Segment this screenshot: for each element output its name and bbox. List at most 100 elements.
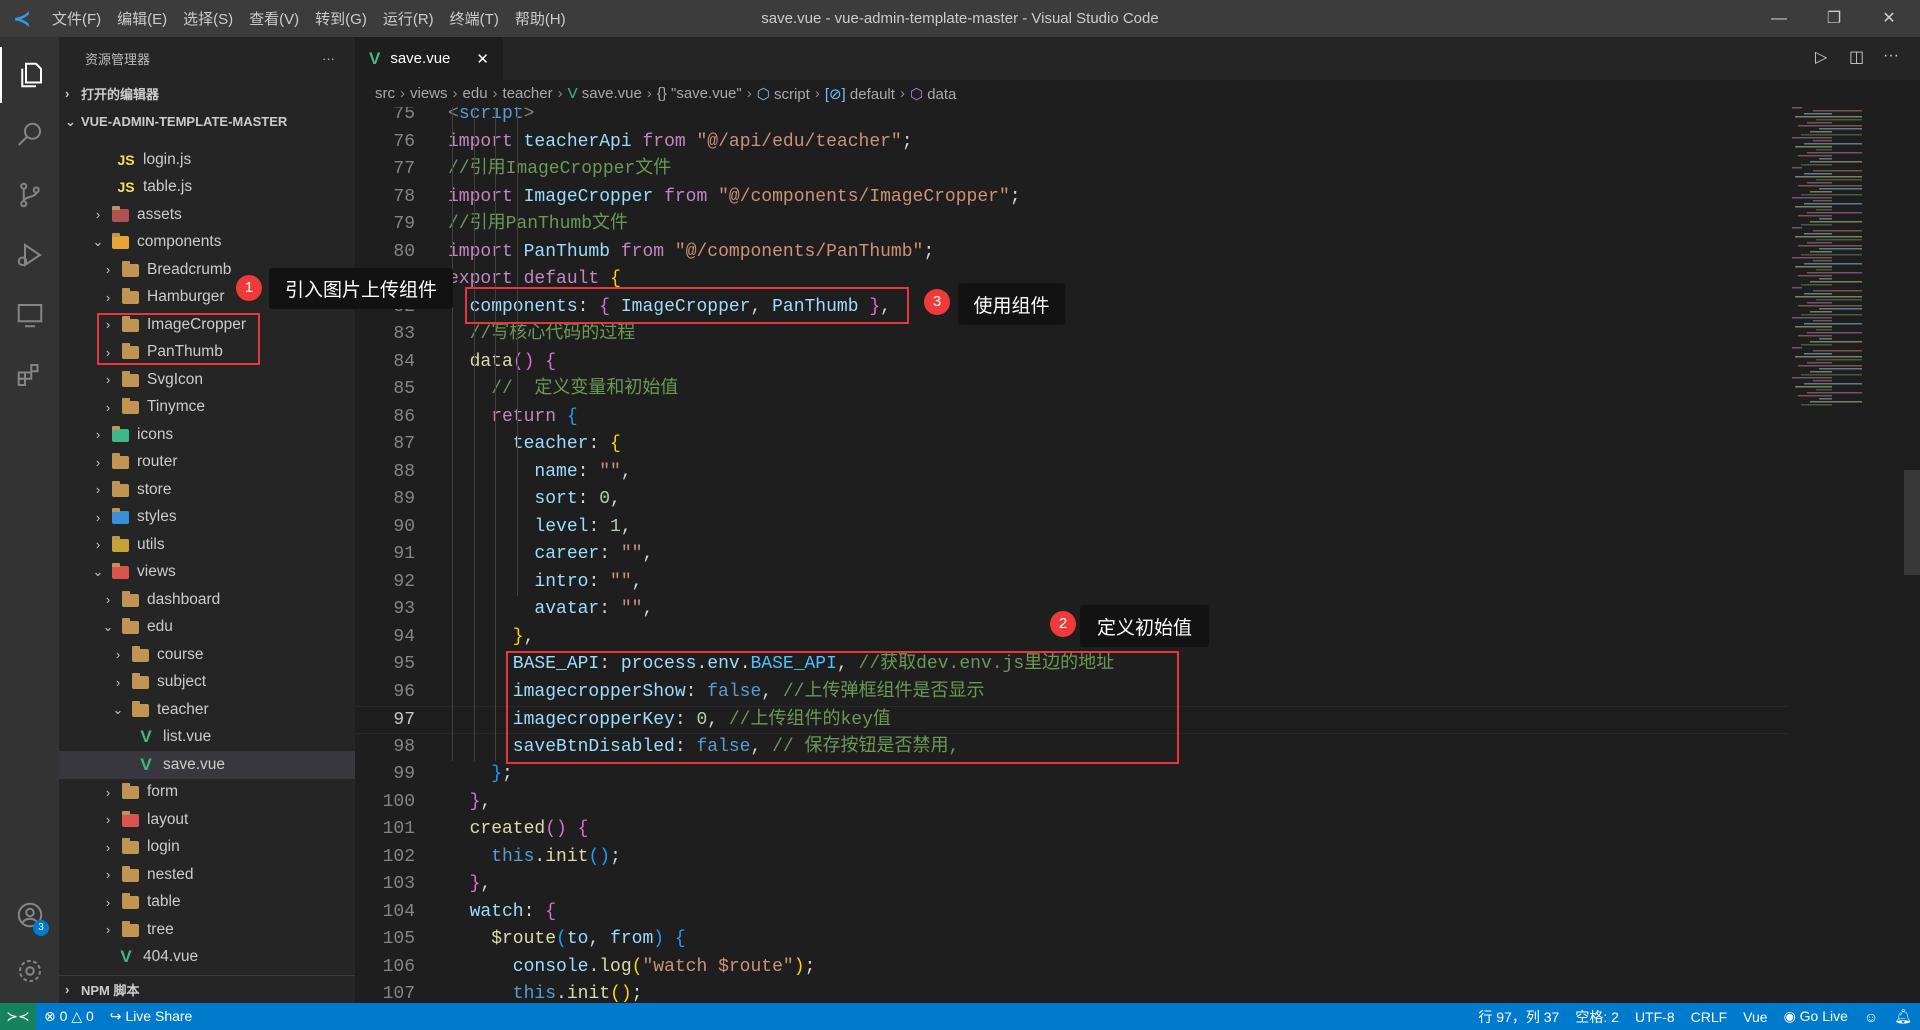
remote-icon[interactable]: ≻≺ (0, 1003, 36, 1030)
tree-item-table-js[interactable]: JS table.js (59, 174, 355, 202)
tab-close-button[interactable]: ✕ (476, 50, 489, 68)
breadcrumb-label: save.vue (581, 85, 642, 102)
menu-item[interactable]: 帮助(H) (507, 8, 574, 29)
menu-item[interactable]: 编辑(E) (109, 8, 175, 29)
tree-item-edu[interactable]: ⌄ edu (59, 614, 355, 642)
feedback-icon[interactable]: ☺ (1856, 1009, 1886, 1025)
line-text: intro: "", (448, 569, 642, 597)
code-token: watch (448, 901, 524, 922)
indentation[interactable]: 空格: 2 (1567, 1007, 1627, 1027)
run-debug-icon[interactable] (0, 227, 59, 283)
encoding[interactable]: UTF-8 (1627, 1009, 1683, 1025)
problems-indicator[interactable]: ⊗ 0 △ 0 (36, 1008, 102, 1025)
tree-item-list-vue[interactable]: Vlist.vue (59, 724, 355, 752)
line-text: this.init(); (448, 844, 621, 872)
breadcrumb-item[interactable]: {} "save.vue" (657, 85, 742, 102)
npm-scripts-section[interactable]: › NPM 脚本 (59, 975, 355, 1002)
tree-item-login[interactable]: › login (59, 834, 355, 862)
source-control-icon[interactable] (0, 167, 59, 223)
search-icon[interactable] (0, 107, 59, 163)
go-live-button[interactable]: ◉ Go Live (1776, 1008, 1856, 1025)
tree-item-store[interactable]: › store (59, 476, 355, 504)
notifications-bell-icon[interactable]: 🔔︎ (1886, 1008, 1920, 1025)
more-actions-button[interactable]: ··· (322, 51, 335, 66)
line-number: 92 (393, 571, 415, 592)
tree-item-course[interactable]: › course (59, 641, 355, 669)
breadcrumb-item[interactable]: edu (463, 85, 488, 102)
breadcrumb-item[interactable]: src (375, 85, 395, 102)
tree-item-dashboard[interactable]: › dashboard (59, 586, 355, 614)
breadcrumb-item[interactable]: teacher (503, 85, 553, 102)
minimap-line (1819, 308, 1862, 310)
editor-scrollbar[interactable] (1904, 470, 1920, 575)
tree-item-save-vue[interactable]: Vsave.vue (59, 751, 355, 779)
tree-item-svgicon[interactable]: › SvgIcon (59, 366, 355, 394)
split-editor-icon[interactable]: ◫ (1849, 47, 1864, 67)
extensions-icon[interactable] (0, 347, 59, 403)
tree-item-404-vue[interactable]: V 404.vue (59, 944, 355, 972)
explorer-icon[interactable] (0, 47, 59, 103)
minimap-line (1807, 392, 1862, 394)
code-token: () (512, 351, 535, 372)
close-window-button[interactable]: ✕ (1866, 0, 1912, 37)
minimap-line (1816, 149, 1832, 151)
editor-more-icon[interactable]: ··· (1883, 47, 1899, 65)
accounts-icon[interactable]: 3 (0, 887, 59, 943)
menu-item[interactable]: 选择(S) (175, 8, 241, 29)
language-mode[interactable]: Vue (1735, 1009, 1775, 1025)
code-token: . (556, 984, 567, 1003)
menu-item[interactable]: 查看(V) (241, 8, 307, 29)
activity-bar: 3 (0, 37, 59, 1003)
tab-save-vue[interactable]: V save.vue ✕ (355, 37, 503, 80)
breadcrumb-item[interactable]: views (410, 85, 448, 102)
line-number: 78 (393, 186, 415, 207)
tree-item-components[interactable]: ⌄ components (59, 229, 355, 257)
code-editor[interactable]: 75 <script> 76 import teacherApi from "@/ap… (355, 107, 1788, 1003)
tree-item-teacher[interactable]: ⌄ teacher (59, 696, 355, 724)
tree-item-form[interactable]: › form (59, 779, 355, 807)
tree-item-assets[interactable]: › assets (59, 201, 355, 229)
tree-item-utils[interactable]: › utils (59, 531, 355, 559)
tree-item-tinymce[interactable]: › Tinymce (59, 394, 355, 422)
tree-item-layout[interactable]: › layout (59, 806, 355, 834)
folder-components-icon (109, 233, 131, 250)
menu-item[interactable]: 终端(T) (442, 8, 507, 29)
tree-item-label: teacher (157, 700, 209, 718)
tree-item-label: list.vue (163, 728, 212, 746)
minimap-line (1810, 251, 1832, 253)
breadcrumb-item[interactable]: ⬡ data (910, 85, 956, 103)
breadcrumb-item[interactable]: [⊘] default (825, 85, 895, 103)
tree-item-views[interactable]: ⌄ views (59, 559, 355, 587)
restore-button[interactable]: ❐ (1811, 0, 1857, 37)
breadcrumb-item[interactable]: V save.vue (568, 85, 642, 102)
open-editors-section[interactable]: › 打开的编辑器 (59, 80, 355, 107)
menu-item[interactable]: 转到(G) (307, 8, 375, 29)
tree-item-subject[interactable]: › subject (59, 669, 355, 697)
end-of-line[interactable]: CRLF (1683, 1009, 1736, 1025)
project-section[interactable]: ⌄ VUE-ADMIN-TEMPLATE-MASTER (59, 108, 355, 135)
minimap-line (1792, 227, 1802, 229)
cursor-position[interactable]: 行 97，列 37 (1470, 1007, 1567, 1027)
menu-item[interactable]: 运行(R) (375, 8, 442, 29)
minimap-line (1798, 305, 1862, 307)
live-share-button[interactable]: ↪ Live Share (102, 1008, 201, 1025)
settings-gear-icon[interactable] (0, 943, 59, 999)
tree-item-login-js[interactable]: JS login.js (59, 146, 355, 174)
menu-item[interactable]: 文件(F) (44, 8, 109, 29)
line-text: level: 1, (448, 514, 631, 542)
tree-item-table[interactable]: › table (59, 889, 355, 917)
remote-explorer-icon[interactable] (0, 287, 59, 343)
minimap[interactable] (1788, 107, 1906, 427)
tree-item-icons[interactable]: › icons (59, 421, 355, 449)
breadcrumb-item[interactable]: ⬡ script (757, 85, 810, 103)
tree-item-styles[interactable]: › styles (59, 504, 355, 532)
run-file-icon[interactable]: ▷ (1815, 47, 1827, 67)
minimize-button[interactable]: — (1756, 0, 1802, 37)
tree-item-router[interactable]: › router (59, 449, 355, 477)
minimap-line (1810, 311, 1832, 313)
code-token: { (566, 406, 578, 427)
tree-item-nested[interactable]: › nested (59, 861, 355, 889)
tree-item-tree[interactable]: › tree (59, 916, 355, 944)
line-text: career: "", (448, 541, 653, 569)
